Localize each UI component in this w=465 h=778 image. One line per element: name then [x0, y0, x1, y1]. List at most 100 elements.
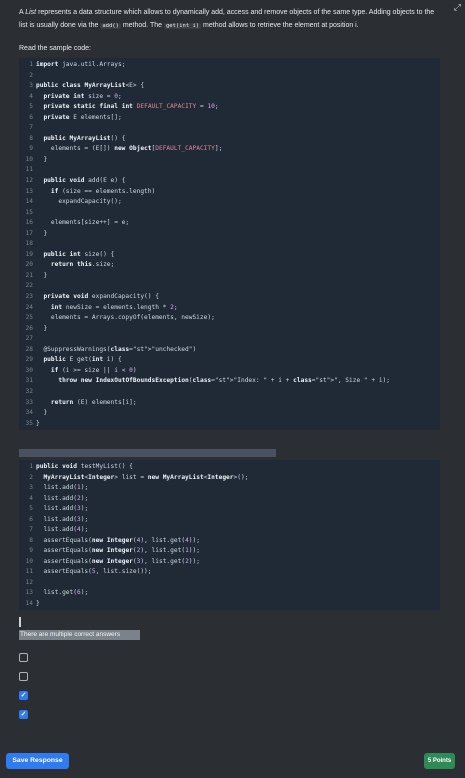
code-text: elements = (E[]) new Object[DEFAULT_CAPA… [36, 145, 223, 153]
code-text: public class MyArrayList<E> { [36, 82, 145, 90]
sample-code-line: 14 expandCapacity(); [19, 197, 440, 208]
code-text: list.add(3); [36, 515, 89, 523]
line-number: 7 [29, 526, 33, 533]
code-text: assertEquals(5, list.size()); [36, 568, 152, 575]
test-code-line: 12 [19, 578, 440, 589]
test-code-line: 11 assertEquals(5, list.size()); [19, 567, 440, 578]
line-number: 16 [25, 219, 33, 227]
line-number: 4 [29, 92, 33, 100]
save-response-button[interactable]: Save Response [6, 753, 69, 769]
code-text: private static final int DEFAULT_CAPACIT… [43, 103, 219, 111]
code-text: private void expandCapacity() { [43, 293, 159, 301]
sample-code-line: 15 [19, 208, 440, 219]
line-number: 3 [29, 82, 33, 90]
sample-code-line: 4 private int size = 0; [19, 92, 440, 103]
line-number: 14 [25, 198, 33, 206]
line-number: 34 [25, 409, 33, 417]
expand-icon[interactable]: ⤢ [454, 2, 461, 13]
list-term: List [25, 9, 37, 16]
line-number: 23 [25, 293, 33, 301]
code-text: list.add(3); [36, 505, 89, 512]
checkbox[interactable]: ✓ [19, 690, 28, 700]
add-method-code: add() [100, 23, 121, 29]
checkbox[interactable] [19, 652, 28, 662]
code-text: } [36, 419, 40, 427]
code-text: return (E) elements[i]; [50, 398, 137, 406]
line-number: 20 [25, 261, 33, 269]
sample-code-line: 5 private static final int DEFAULT_CAPAC… [19, 102, 440, 113]
sample-code-line: 32 [19, 387, 440, 398]
code-text: list.get(6); [36, 589, 89, 596]
code-text: public void testMyList() { [36, 463, 133, 470]
code-text: expandCapacity(); [36, 198, 122, 206]
sample-code-line: 11 [19, 165, 440, 176]
line-number: 14 [25, 599, 33, 607]
test-code-line: 10 assertEquals(new Integer(3), list.get… [19, 557, 440, 568]
line-number: 12 [25, 578, 33, 586]
line-number: 10 [25, 557, 33, 565]
line-number: 5 [29, 505, 33, 512]
checkbox[interactable]: ✓ [19, 709, 28, 719]
line-number: 8 [29, 536, 33, 544]
answer-option-1[interactable] [19, 651, 439, 663]
sample-code-line: 28 @SuppressWarnings(class="st">"uncheck… [19, 345, 440, 356]
code-text: public MyArrayList() { [43, 134, 126, 142]
code-text: } [36, 324, 48, 332]
sample-code-line: 24 int newSize = elements.length * 2; [19, 303, 440, 314]
checkbox[interactable] [19, 671, 28, 681]
code-text: elements = Arrays.copyOf(elements, newSi… [36, 314, 215, 322]
line-number: 1 [29, 61, 33, 68]
code-text: list.add(4); [36, 526, 89, 533]
line-number: 6 [29, 515, 33, 523]
sample-code-line: 31 throw new IndexOutOfBoundsException(c… [19, 376, 440, 387]
answer-option-4[interactable]: ✓ [19, 708, 439, 720]
sample-code-line: 29 public E get(int i) { [19, 355, 440, 366]
code-text: import java.util.Arrays; [36, 61, 126, 68]
sample-code-line: 23 private void expandCapacity() { [19, 292, 440, 303]
line-number: 18 [25, 240, 33, 248]
test-code-line: 1 public void testMyList() { [19, 462, 440, 473]
test-code-line: 6 list.add(3); [19, 515, 440, 526]
answer-option-2[interactable] [19, 670, 439, 682]
sample-code-line: 16 elements[size++] = e; [19, 218, 440, 229]
test-code-block: 1 public void testMyList() {2 MyArrayList… [19, 460, 440, 610]
sample-code-line: 20 return this.size; [19, 260, 440, 271]
line-number: 12 [25, 177, 33, 185]
sample-code-line: 30 if (i >= size || i < 0) [19, 366, 440, 377]
line-number: 32 [25, 387, 33, 395]
sample-code-line: 34 } [19, 408, 440, 419]
code-text: if (i >= size || i < 0) [50, 366, 137, 374]
line-number: 30 [25, 366, 33, 374]
line-number: 7 [29, 124, 33, 132]
sample-code-line: 13 if (size == elements.length) [19, 187, 440, 198]
test-code-line: 4 list.add(2); [19, 494, 440, 505]
points-badge: 5 Points [424, 753, 455, 769]
test-code-line: 3 list.add(1); [19, 483, 440, 494]
test-code-line: 8 assertEquals(new Integer(4), list.get(… [19, 536, 440, 547]
line-number: 4 [29, 494, 33, 502]
line-number: 19 [25, 250, 33, 258]
sample-code-line: 22 [19, 281, 440, 292]
sample-code-block: 1 import java.util.Arrays; 2 3 public class … [19, 58, 440, 430]
line-number: 2 [29, 473, 33, 481]
sample-code-line: 33 return (E) elements[i]; [19, 398, 440, 409]
code-text: int newSize = elements.length * 2; [50, 303, 178, 311]
code-text: private E elements[]; [43, 113, 122, 121]
code-text: assertEquals(new Integer(3), list.get(2)… [36, 557, 200, 565]
line-number: 9 [29, 145, 33, 153]
code-text: } [36, 409, 48, 417]
answer-option-3[interactable]: ✓ [19, 689, 439, 701]
line-number: 28 [25, 345, 33, 353]
sample-code-line: 6 private E elements[]; [19, 113, 440, 124]
code-text: } [36, 271, 48, 279]
line-number: 13 [25, 187, 33, 195]
code-text: private int size = 0; [43, 92, 122, 100]
sample-code-line: 7 [19, 123, 440, 134]
line-number: 10 [25, 155, 33, 163]
sample-code-line: 8 public MyArrayList() { [19, 134, 440, 145]
